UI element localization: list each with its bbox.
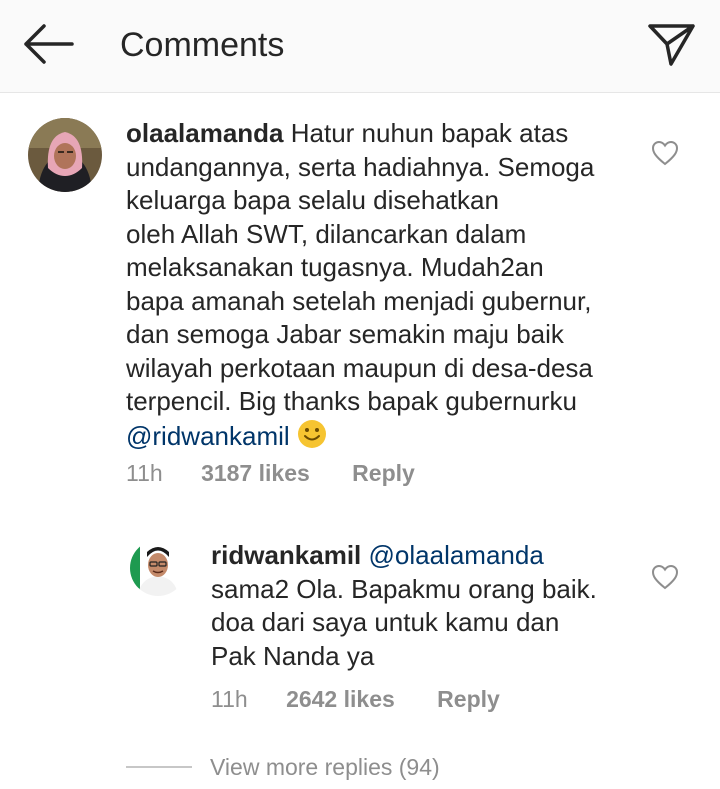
smiley-emoji-icon (297, 419, 327, 458)
like-heart-icon[interactable] (651, 564, 679, 590)
comment-line: oleh Allah SWT, dilancarkan dalam (126, 218, 527, 249)
comment-line: bapa amanah setelah menjadi gubernur, (126, 285, 592, 316)
send-icon[interactable] (645, 20, 697, 68)
comment-meta: 11h 3187 likes Reply (126, 460, 415, 487)
avatar[interactable] (130, 540, 186, 596)
top-bar: Comments (0, 0, 720, 93)
mention-link[interactable]: @ridwankamil (126, 421, 290, 451)
comment-line: terpencil. Big thanks bapak gubernurku (126, 386, 577, 416)
reply-button[interactable]: Reply (352, 460, 415, 486)
comment-time: 11h (126, 460, 163, 486)
comment-line: wilayah perkotaan maupun di desa-desa (126, 352, 593, 383)
comment-text: olaalamanda Hatur nuhun bapak atas undan… (126, 117, 626, 457)
comment-line: dan semoga Jabar semakin maju baik (126, 319, 564, 349)
comment-line: sama2 Ola. Bapakmu orang baik. (211, 573, 597, 604)
back-arrow-icon[interactable] (20, 22, 76, 66)
page-title: Comments (120, 26, 285, 64)
comment-line: undangannya, serta hadiahnya. Semoga (126, 151, 595, 182)
avatar[interactable] (28, 118, 102, 192)
comment-username[interactable]: olaalamanda (126, 118, 284, 148)
mention-link[interactable]: @olaalamanda (369, 540, 544, 570)
comment-username[interactable]: ridwankamil (211, 540, 361, 570)
comment-time: 11h (211, 686, 248, 712)
comment-line: Hatur nuhun bapak atas (290, 118, 569, 148)
reply-text: ridwankamil @olaalamanda sama2 Ola. Bapa… (211, 539, 631, 673)
comment-line: Pak Nanda ya (211, 640, 375, 671)
likes-count[interactable]: 2642 likes (286, 686, 395, 712)
view-more-replies-button[interactable]: View more replies (94) (210, 754, 440, 781)
comment-line: melaksanakan tugasnya. Mudah2an (126, 252, 544, 282)
view-more-divider (126, 766, 192, 768)
reply-button[interactable]: Reply (437, 686, 500, 712)
comment-meta: 11h 2642 likes Reply (211, 686, 500, 713)
like-heart-icon[interactable] (651, 140, 679, 166)
comment-line: keluarga bapa selalu disehatkan (126, 185, 499, 215)
likes-count[interactable]: 3187 likes (201, 460, 310, 486)
comment-line: doa dari saya untuk kamu dan (211, 607, 560, 637)
